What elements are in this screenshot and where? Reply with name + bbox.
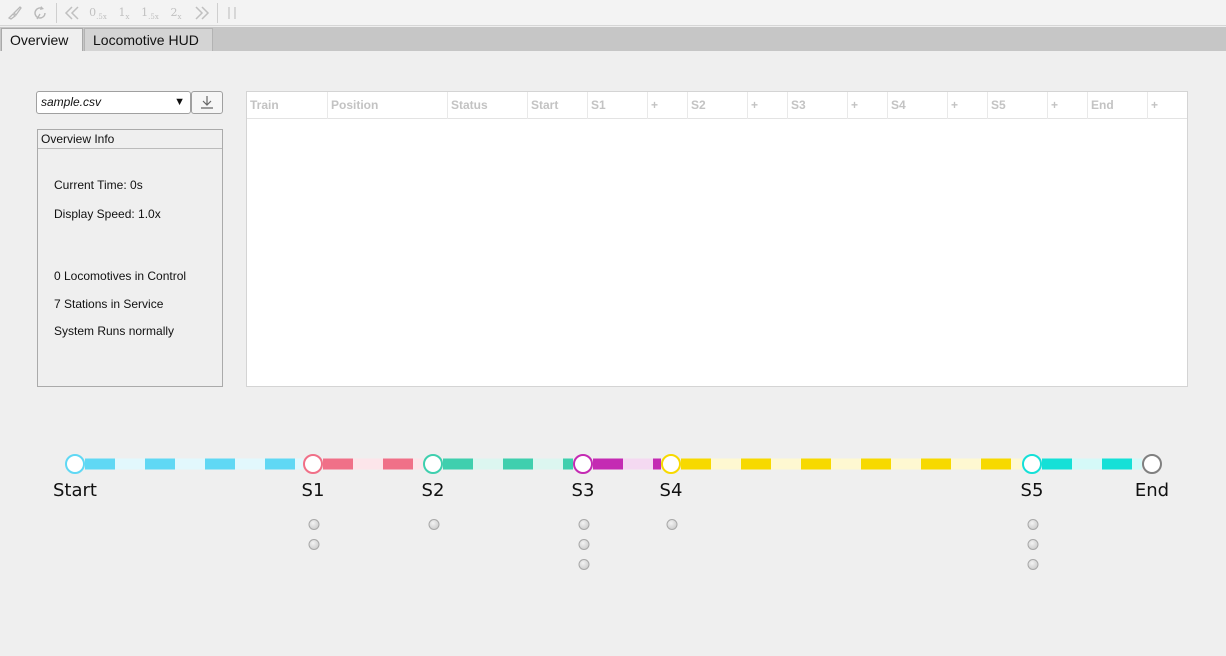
toolbar-separator [217,3,218,23]
download-icon [201,96,213,109]
column-header-s4[interactable]: S4 [888,92,948,119]
panel-title: Overview Info [38,130,222,149]
file-select-value: sample.csv [41,95,102,109]
station-label: S2 [421,480,445,501]
speed-1x-button[interactable]: 1x [112,3,136,23]
pause-icon[interactable] [220,3,244,23]
dropdown-arrow-icon: ▼ [174,96,185,108]
platform-indicator-dot [1027,539,1039,550]
locomotives-count: 0 Locomotives in Control [54,269,187,283]
column-header-train[interactable]: Train [247,92,328,119]
speed-1-5x-button[interactable]: 1.5x [138,3,162,23]
column-header-plus[interactable]: + [848,92,888,119]
station-node[interactable] [1022,454,1042,474]
platform-indicator-dot [1027,519,1039,530]
platform-indicator-dot [578,539,590,550]
station-label: S4 [659,480,683,501]
station-node[interactable] [573,454,593,474]
tab-overview[interactable]: Overview [1,28,83,51]
column-header-status[interactable]: Status [448,92,528,119]
track-line [65,454,1162,474]
platform-indicator-dot [578,559,590,570]
column-header-s1[interactable]: S1 [588,92,648,119]
column-header-s2[interactable]: S2 [688,92,748,119]
train-table[interactable]: Train Position Status Start S1 + S2 + S3… [246,91,1188,387]
tab-locomotive-hud[interactable]: Locomotive HUD [84,28,213,51]
column-header-s3[interactable]: S3 [788,92,848,119]
station-label: S3 [571,480,595,501]
tab-bar: Overview Locomotive HUD [0,27,1226,51]
column-header-plus[interactable]: + [648,92,688,119]
station-label: Start [53,480,97,501]
table-header: Train Position Status Start S1 + S2 + S3… [247,92,1187,119]
system-status: System Runs normally [54,324,175,338]
overview-info-panel: Overview Info Current Time: 0s Display S… [37,129,223,387]
brush-icon[interactable] [3,3,27,23]
platform-indicator-dot [666,519,678,530]
fast-forward-icon[interactable] [190,3,214,23]
stations-count: 7 Stations in Service [54,297,164,311]
toolbar: 0.5x 1x 1.5x 2x [0,0,1226,26]
platform-indicator-dot [308,539,320,550]
column-header-start[interactable]: Start [528,92,588,119]
speed-0-5x-button[interactable]: 0.5x [86,3,110,23]
column-header-plus[interactable]: + [748,92,788,119]
download-button[interactable] [191,91,223,114]
file-select[interactable]: sample.csv ▼ [36,91,191,114]
station-label: S1 [301,480,325,501]
station-node[interactable] [661,454,681,474]
platform-indicator-dot [1027,559,1039,570]
rewind-icon[interactable] [60,3,84,23]
current-time: Current Time: 0s [54,178,143,192]
column-header-position[interactable]: Position [328,92,448,119]
toolbar-separator [56,3,57,23]
column-header-plus[interactable]: + [1048,92,1088,119]
station-node[interactable] [65,454,85,474]
station-node[interactable] [423,454,443,474]
speed-2x-button[interactable]: 2x [164,3,188,23]
railway-line-diagram: Start S1 S2 S3 S4 S5 End [0,440,1226,590]
refresh-icon[interactable] [29,3,53,23]
station-node[interactable] [303,454,323,474]
platform-indicator-dot [308,519,320,530]
station-label: End [1134,480,1170,501]
display-speed: Display Speed: 1.0x [54,207,161,221]
platform-indicator-dot [578,519,590,530]
column-header-plus[interactable]: + [1148,92,1187,119]
platform-indicator-dot [428,519,440,530]
station-node[interactable] [1142,454,1162,474]
column-header-end[interactable]: End [1088,92,1148,119]
column-header-plus[interactable]: + [948,92,988,119]
station-label: S5 [1020,480,1044,501]
column-header-s5[interactable]: S5 [988,92,1048,119]
